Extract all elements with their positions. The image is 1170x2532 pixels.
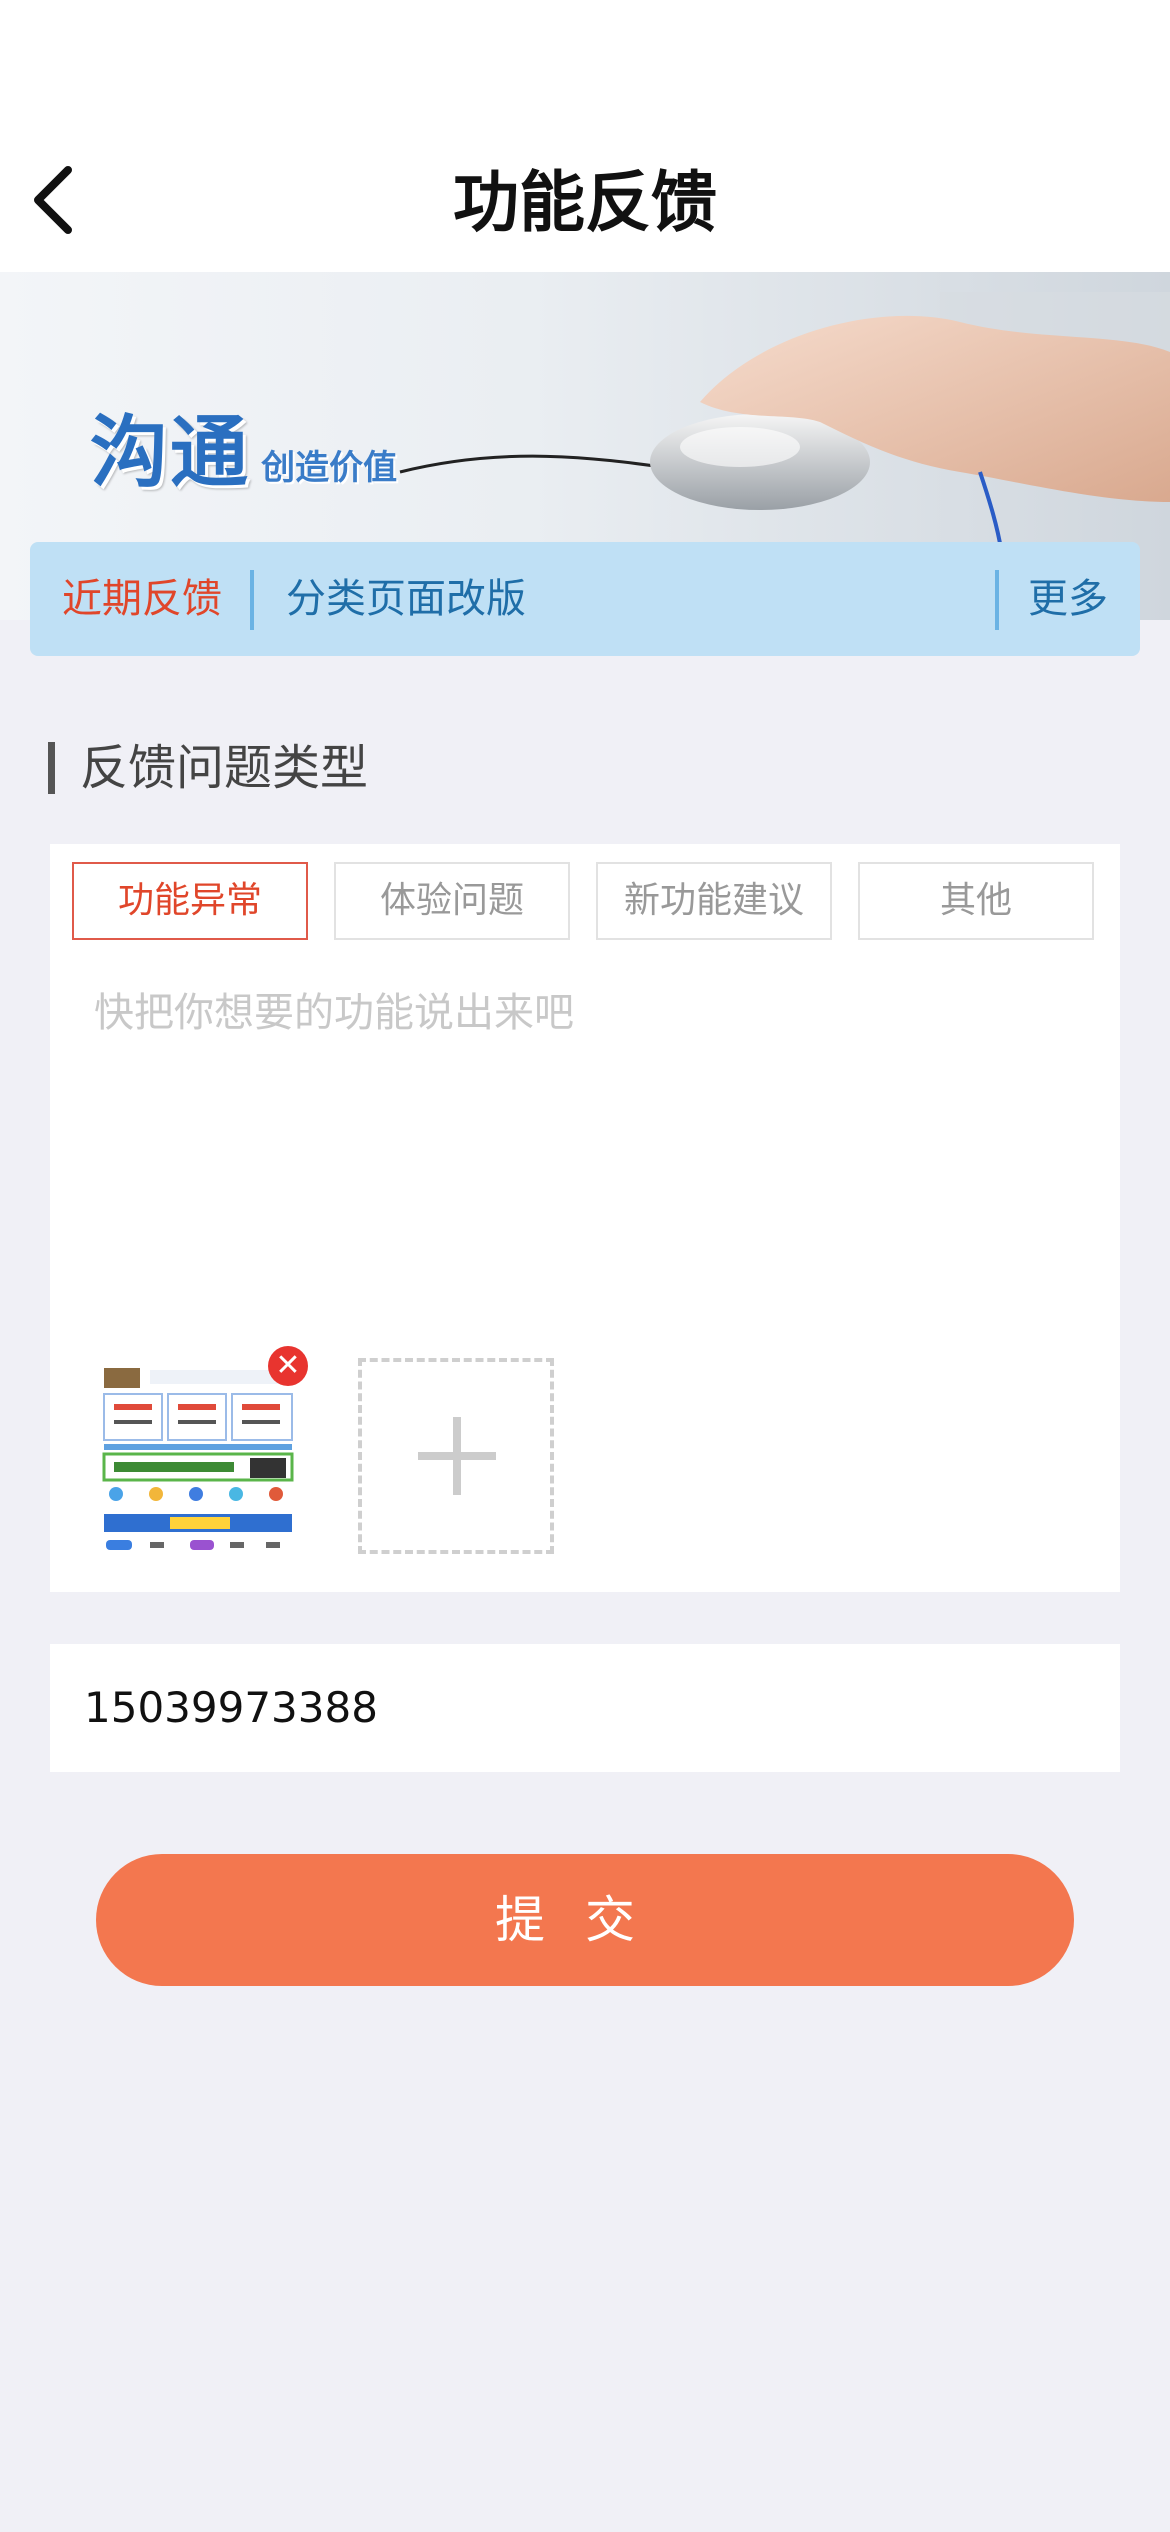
notice-item[interactable]: 分类页面改版 bbox=[286, 542, 526, 656]
contact-phone-field[interactable]: 15039973388 bbox=[50, 1644, 1120, 1772]
navigation-bar: 功能反馈 bbox=[0, 0, 1170, 272]
tab-new-feature-suggestion[interactable]: 新功能建议 bbox=[596, 862, 832, 940]
tab-function-error[interactable]: 功能异常 bbox=[72, 862, 308, 940]
banner-sub-text: 创造价值 bbox=[261, 448, 398, 488]
section-title: 反馈问题类型 bbox=[80, 740, 369, 796]
remove-attachment-close-icon[interactable]: ✕ bbox=[268, 1346, 308, 1386]
notice-divider bbox=[250, 570, 254, 630]
attachment-thumbnail[interactable] bbox=[100, 1362, 296, 1558]
tab-experience-issue[interactable]: 体验问题 bbox=[334, 862, 570, 940]
feedback-textarea[interactable]: 快把你想要的功能说出来吧 bbox=[94, 980, 574, 1038]
page-title: 功能反馈 bbox=[453, 164, 717, 241]
section-marker bbox=[48, 742, 55, 794]
more-link[interactable]: 更多 bbox=[1028, 542, 1108, 656]
notice-divider bbox=[995, 570, 999, 630]
tab-other[interactable]: 其他 bbox=[858, 862, 1094, 940]
submit-button[interactable]: 提交 bbox=[96, 1854, 1074, 1986]
contact-phone-value: 15039973388 bbox=[84, 1683, 378, 1732]
attachment-screenshot-image bbox=[100, 1362, 296, 1558]
add-attachment-plus-icon[interactable] bbox=[358, 1358, 554, 1554]
recent-feedback-notice-bar[interactable]: 近期反馈 分类页面改版 更多 bbox=[30, 542, 1140, 656]
feedback-card: 功能异常 体验问题 新功能建议 其他 快把你想要的功能说出来吧 ✕ bbox=[50, 844, 1120, 1592]
banner-main-text: 沟通 bbox=[90, 408, 251, 498]
notice-label: 近期反馈 bbox=[62, 576, 222, 622]
banner-slogan: 沟通 创造价值 bbox=[90, 390, 397, 502]
